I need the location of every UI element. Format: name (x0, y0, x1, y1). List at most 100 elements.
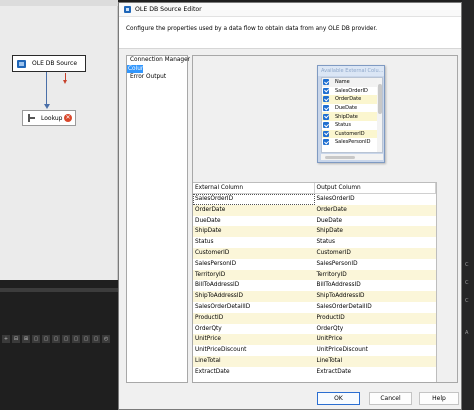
nav-item-columns[interactable]: Columns (127, 64, 153, 73)
table-row[interactable]: UnitPriceDiscount UnitPriceDiscount (193, 345, 436, 356)
checkbox-checked-icon[interactable] (323, 105, 329, 112)
table-row[interactable]: UnitPrice UnitPrice (193, 334, 436, 346)
available-column-item[interactable]: SalesOrderID (322, 87, 382, 96)
external-column-cell[interactable]: ShipDate (193, 226, 315, 238)
checkbox-checked-icon[interactable] (323, 87, 329, 94)
available-column-item[interactable]: ShipDate (322, 112, 382, 121)
external-column-cell[interactable]: Status (193, 237, 315, 248)
designer-toolbar-button[interactable]: ⊞ (22, 335, 30, 343)
output-column-cell[interactable]: DueDate (315, 216, 437, 227)
nav-item-error-output[interactable]: Error Output (127, 73, 187, 82)
output-column-cell[interactable]: CustomerID (314, 247, 436, 259)
available-column-item[interactable]: SalesPersonID (322, 138, 382, 147)
available-columns-vertical-scrollbar[interactable] (377, 78, 382, 152)
output-column-cell[interactable]: BillToAddressID (315, 280, 437, 291)
external-column-cell[interactable]: ExtractDate (193, 367, 315, 378)
external-column-cell[interactable]: OrderQty (193, 324, 315, 335)
grid-vertical-scrollbar[interactable] (437, 182, 457, 382)
table-row[interactable]: OrderQty OrderQty (193, 324, 436, 335)
panel-tab-strip (0, 288, 118, 292)
checkbox-checked-icon[interactable] (323, 139, 329, 146)
cancel-button[interactable]: Cancel (369, 392, 412, 405)
table-row[interactable]: ExtractDate ExtractDate (193, 367, 436, 378)
ole-db-source-label: OLE DB Source (32, 60, 78, 67)
data-path-connector[interactable] (46, 72, 47, 106)
designer-toolbar-button[interactable]: ▢ (62, 335, 70, 343)
help-button[interactable]: Help (419, 392, 459, 405)
output-column-cell[interactable]: SalesOrderID (315, 194, 437, 205)
table-row[interactable]: SalesPersonID SalesPersonID (193, 259, 436, 270)
output-column-cell[interactable]: OrderDate (314, 204, 436, 216)
output-column-cell[interactable]: ShipDate (314, 226, 436, 238)
side-panel-mark: A (465, 330, 469, 336)
description-text: Configure the properties used by a data … (126, 26, 378, 32)
dialog-titlebar[interactable]: OLE DB Source Editor (119, 3, 461, 17)
external-column-cell[interactable]: LineTotal (193, 355, 315, 367)
table-row[interactable]: BillToAddressID BillToAddressID (193, 280, 436, 291)
output-column-cell[interactable]: SalesPersonID (315, 259, 437, 270)
external-column-cell[interactable]: ProductID (193, 312, 315, 324)
output-column-cell[interactable]: OrderQty (315, 324, 437, 335)
table-row[interactable]: DueDate DueDate (193, 216, 436, 227)
ole-db-source-component[interactable]: OLE DB Source (12, 55, 86, 72)
available-column-item[interactable]: Name (322, 78, 382, 87)
external-column-cell[interactable]: DueDate (193, 216, 315, 227)
available-columns-horizontal-scrollbar[interactable] (321, 154, 383, 160)
external-column-cell[interactable]: ShipToAddressID (193, 291, 315, 302)
error-output-arrow-icon[interactable] (63, 73, 68, 85)
table-row[interactable]: SalesOrderID SalesOrderID (193, 194, 436, 205)
checkbox-checked-icon[interactable] (323, 96, 329, 103)
designer-toolbar-button[interactable]: ▢ (42, 335, 50, 343)
available-column-item[interactable]: DueDate (322, 104, 382, 113)
designer-toolbar-button[interactable]: ▢ (32, 335, 40, 343)
lookup-component[interactable]: Lookup ✕ (22, 110, 76, 126)
external-column-cell[interactable]: SalesPersonID (193, 259, 315, 270)
external-column-cell[interactable]: SalesOrderID (193, 194, 315, 205)
output-column-cell[interactable]: LineTotal (314, 355, 436, 367)
data-path-arrowhead-icon (43, 104, 50, 109)
output-column-cell[interactable]: SalesOrderDetailID (315, 302, 437, 313)
available-column-item[interactable]: Status (322, 121, 382, 130)
dialog-title: OLE DB Source Editor (135, 6, 202, 13)
output-column-cell[interactable]: TerritoryID (314, 269, 436, 281)
designer-toolbar-button[interactable]: ⊟ (12, 335, 20, 343)
designer-top-strip (0, 0, 118, 6)
output-column-cell[interactable]: Status (315, 237, 437, 248)
checkbox-checked-icon[interactable] (323, 79, 329, 86)
external-column-cell[interactable]: UnitPrice (193, 334, 315, 346)
output-column-cell[interactable]: ProductID (314, 312, 436, 324)
checkbox-checked-icon[interactable] (323, 113, 329, 120)
designer-toolbar-button[interactable]: + (2, 335, 10, 343)
external-column-cell[interactable]: BillToAddressID (193, 280, 315, 291)
checkbox-checked-icon[interactable] (323, 122, 329, 129)
output-column-cell[interactable]: UnitPriceDiscount (315, 345, 437, 356)
checkbox-checked-icon[interactable] (323, 130, 329, 137)
table-row[interactable]: SalesOrderDetailID SalesOrderDetailID (193, 302, 436, 313)
table-row[interactable]: OrderDate OrderDate (193, 204, 436, 216)
table-row[interactable]: Status Status (193, 237, 436, 248)
table-row[interactable]: CustomerID CustomerID (193, 247, 436, 259)
output-column-cell[interactable]: ShipToAddressID (314, 291, 436, 302)
external-column-cell[interactable]: SalesOrderDetailID (193, 302, 315, 313)
table-row[interactable]: TerritoryID TerritoryID (193, 269, 436, 281)
designer-toolbar-button[interactable]: ◴ (102, 335, 110, 343)
table-row[interactable]: LineTotal LineTotal (193, 355, 436, 367)
table-row[interactable]: ShipDate ShipDate (193, 226, 436, 238)
designer-toolbar-button[interactable]: ▢ (92, 335, 100, 343)
output-column-cell[interactable]: UnitPrice (314, 334, 436, 346)
output-column-cell[interactable]: ExtractDate (315, 367, 437, 378)
table-row[interactable]: ShipToAddressID ShipToAddressID (193, 291, 436, 302)
designer-toolbar-button[interactable]: ▢ (82, 335, 90, 343)
external-column-cell[interactable]: CustomerID (193, 247, 315, 259)
external-column-cell[interactable]: OrderDate (193, 204, 315, 216)
ok-button[interactable]: OK (317, 392, 360, 405)
nav-item-connection-manager[interactable]: Connection Manager (127, 56, 190, 65)
available-column-item[interactable]: OrderDate (322, 95, 382, 104)
available-column-item[interactable]: CustomerID (322, 129, 382, 139)
external-column-header: External Column (193, 183, 315, 193)
designer-toolbar-button[interactable]: ▢ (52, 335, 60, 343)
designer-toolbar-button[interactable]: ▢ (72, 335, 80, 343)
external-column-cell[interactable]: UnitPriceDiscount (193, 345, 315, 356)
table-row[interactable]: ProductID ProductID (193, 312, 436, 324)
external-column-cell[interactable]: TerritoryID (193, 269, 315, 281)
